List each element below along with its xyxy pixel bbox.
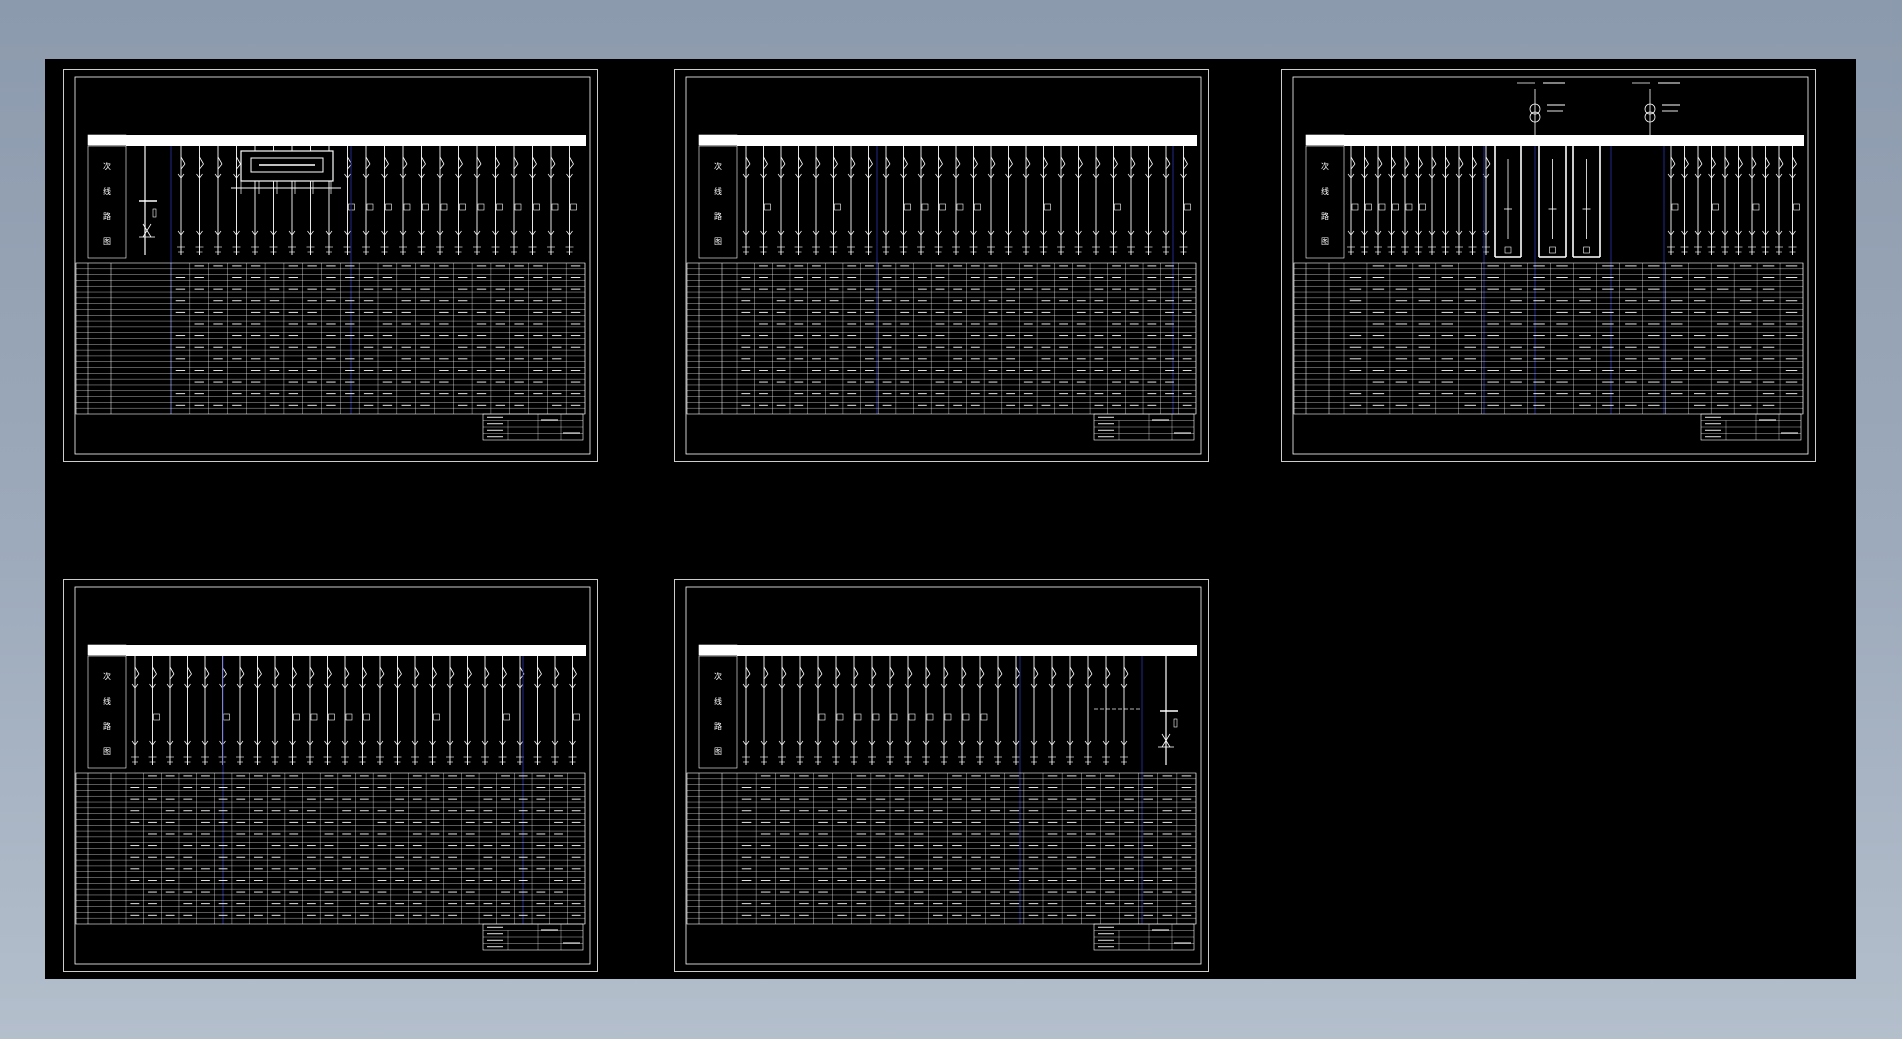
row-label-column: 次线路图 xyxy=(87,145,127,259)
drawing-sheet-3[interactable]: 次线路图 xyxy=(1281,69,1816,462)
row-label-column: 次线路图 xyxy=(698,145,738,259)
row-label-char: 图 xyxy=(1321,237,1329,246)
row-label-char: 次 xyxy=(103,671,111,681)
row-label-char: 图 xyxy=(714,747,722,756)
row-label-char: 线 xyxy=(103,696,111,706)
row-label-char: 路 xyxy=(103,721,111,731)
row-label-char: 线 xyxy=(714,696,722,706)
row-label-char: 线 xyxy=(714,186,722,196)
row-label-char: 图 xyxy=(714,237,722,246)
row-label-char: 图 xyxy=(103,747,111,756)
row-label-char: 图 xyxy=(103,237,111,246)
row-label-char: 次 xyxy=(103,161,111,171)
drawing-sheet-2[interactable]: 次线路图 xyxy=(674,69,1209,462)
row-label-char: 线 xyxy=(103,186,111,196)
drawing-sheet-4[interactable]: 次线路图 xyxy=(63,579,598,972)
row-label-char: 次 xyxy=(714,671,722,681)
row-label-char: 路 xyxy=(714,211,722,221)
row-label-char: 次 xyxy=(1321,161,1329,171)
row-label-char: 线 xyxy=(1321,186,1329,196)
row-label-char: 路 xyxy=(1321,211,1329,221)
row-label-column: 次线路图 xyxy=(698,655,738,769)
drawing-sheet-5[interactable]: 次线路图 xyxy=(674,579,1209,972)
drawing-sheet-1[interactable]: 次线路图 xyxy=(63,69,598,462)
drawing-viewport[interactable]: 次线路图 次线路图 次线路图 次线路图 次线路图 xyxy=(45,59,1856,979)
row-label-char: 次 xyxy=(714,161,722,171)
row-label-column: 次线路图 xyxy=(87,655,127,769)
row-label-char: 路 xyxy=(714,721,722,731)
row-label-char: 路 xyxy=(103,211,111,221)
row-label-column: 次线路图 xyxy=(1305,145,1345,259)
